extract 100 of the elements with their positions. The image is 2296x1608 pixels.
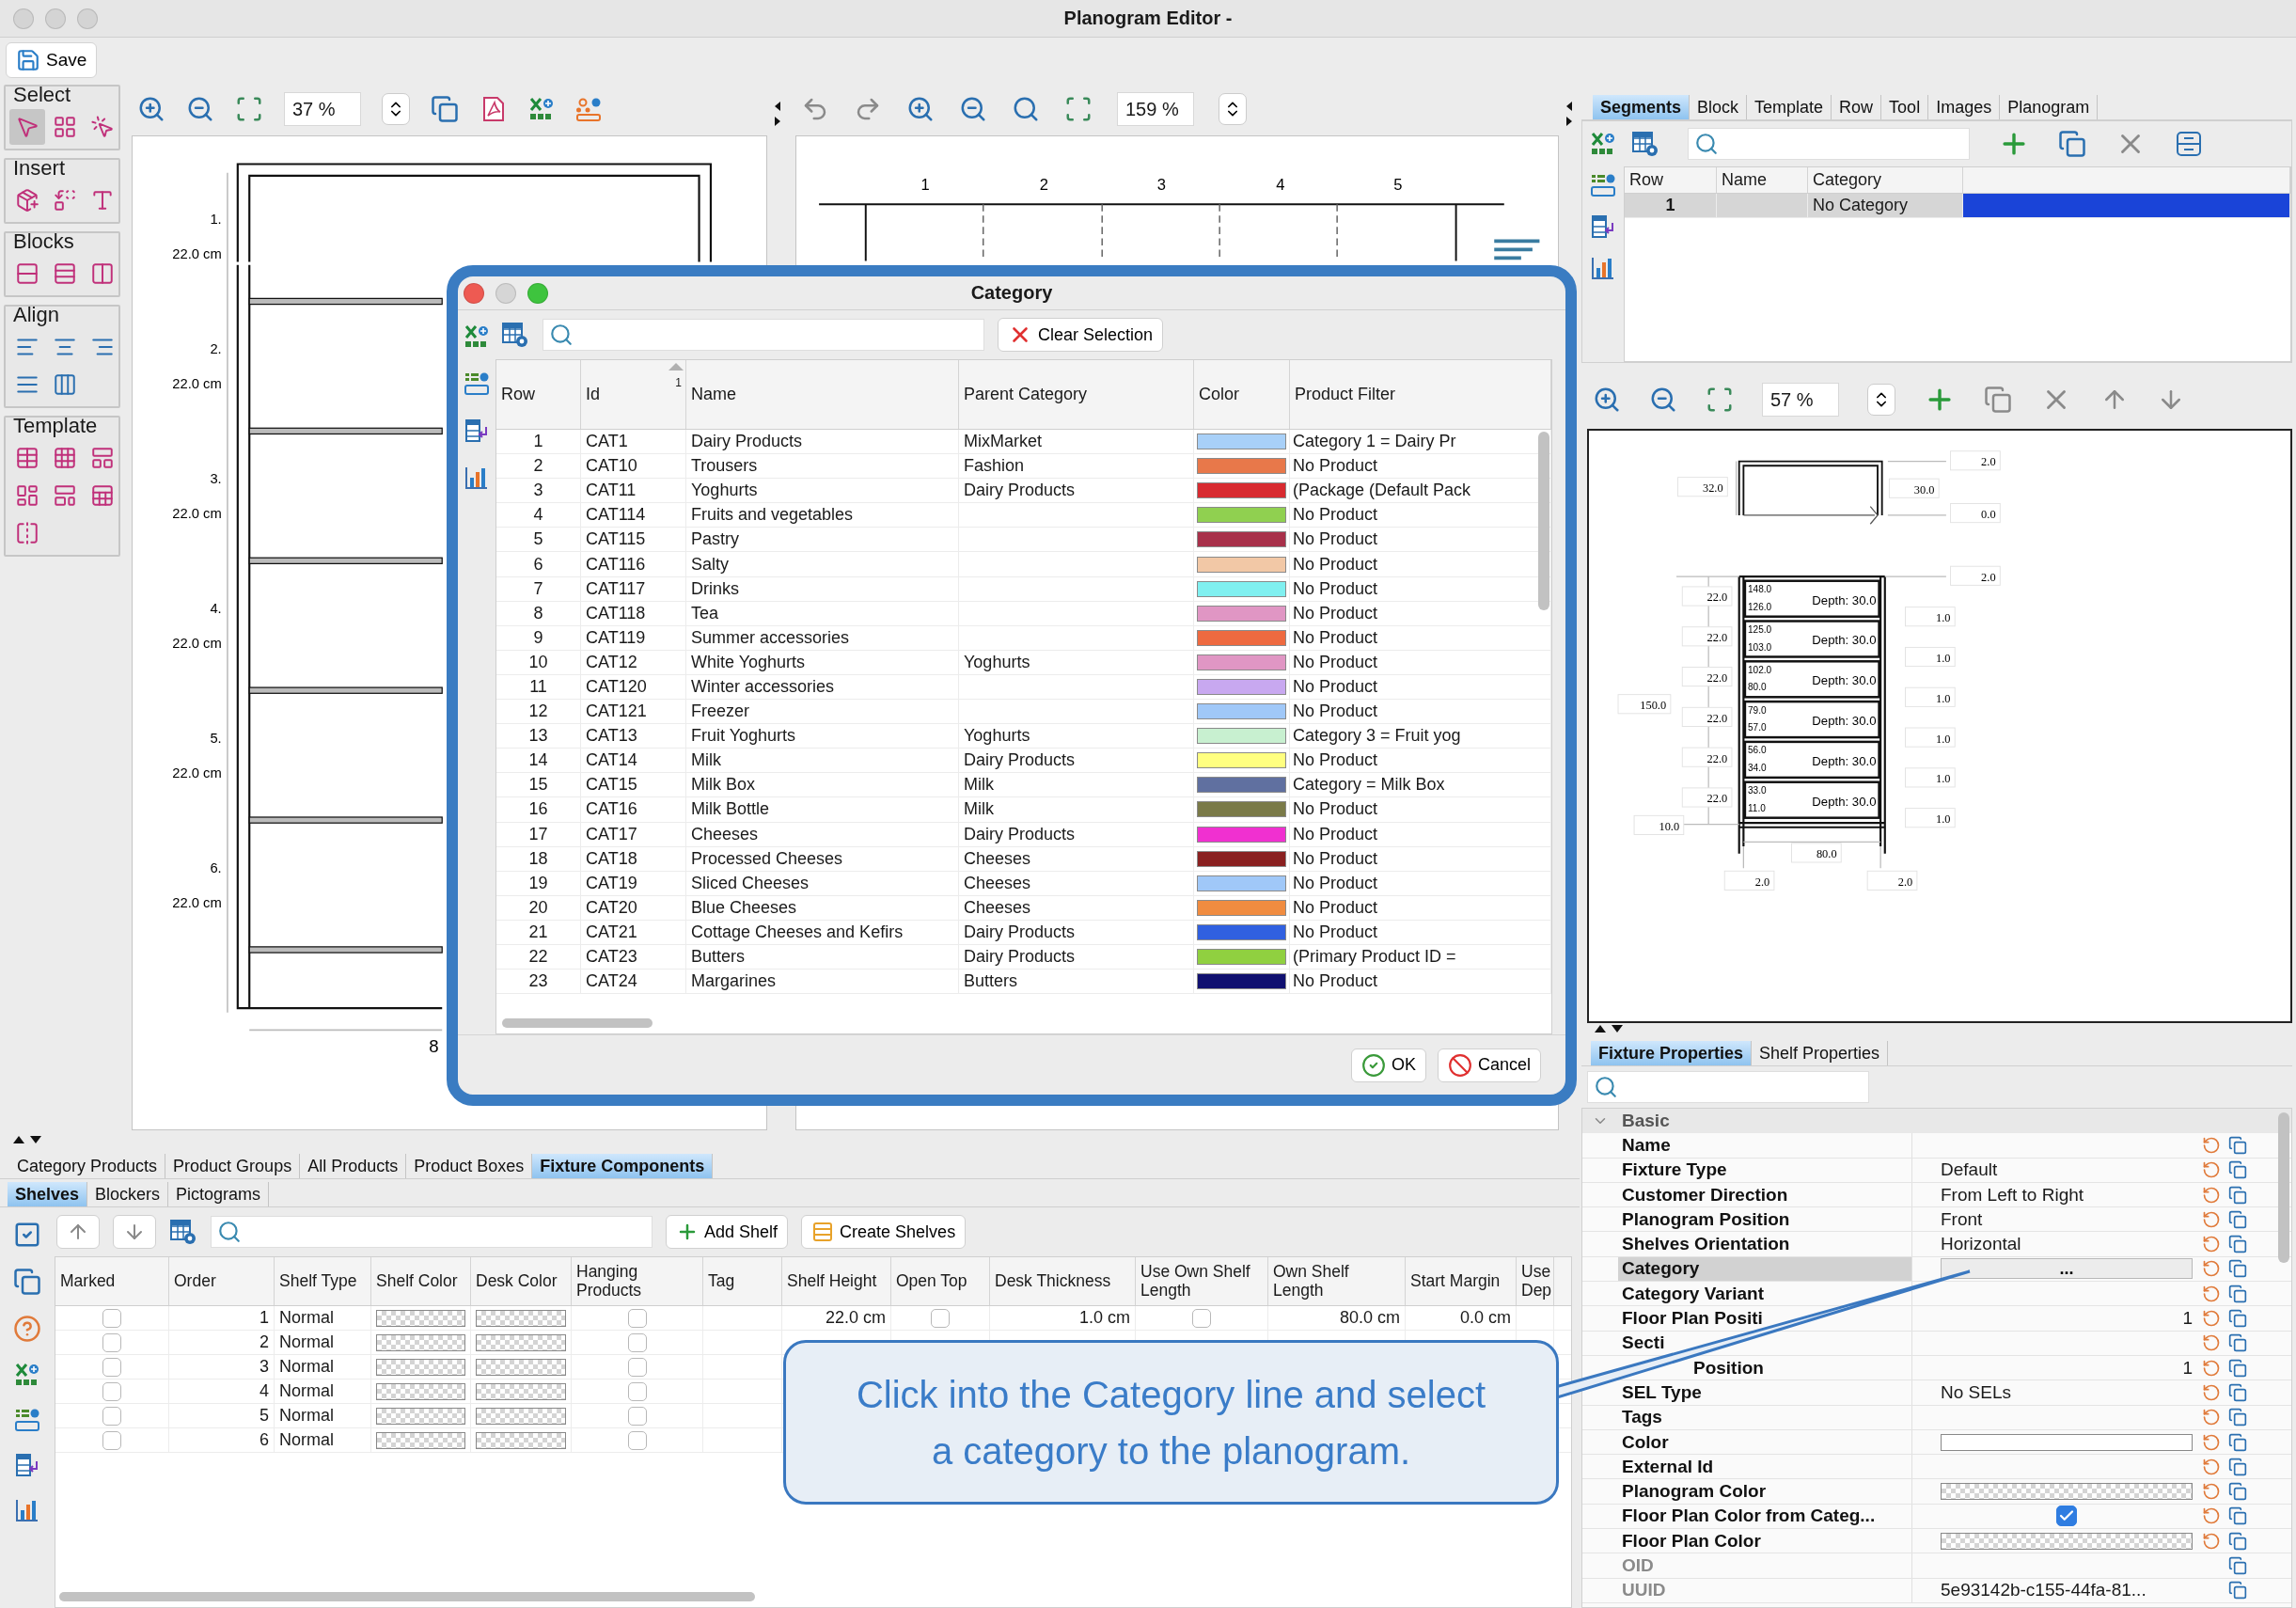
spreadsheet-export-icon[interactable] bbox=[1590, 131, 1616, 157]
column-header[interactable]: Use Dep bbox=[1517, 1257, 1554, 1305]
copy-icon[interactable] bbox=[2228, 1235, 2247, 1254]
fit-icon[interactable] bbox=[1706, 386, 1734, 414]
table-row[interactable]: 16 CAT16 Milk Bottle Milk No Product bbox=[496, 797, 1551, 823]
zoom-field[interactable]: 37 % bbox=[284, 92, 361, 126]
checkbox[interactable] bbox=[627, 1357, 647, 1377]
reset-icon[interactable] bbox=[2202, 1506, 2221, 1526]
property-label[interactable]: Tags bbox=[1618, 1405, 1911, 1429]
reset-icon[interactable] bbox=[2202, 1432, 2221, 1452]
picker-button[interactable]: ... bbox=[1941, 1258, 2193, 1280]
reset-icon[interactable] bbox=[2202, 1135, 2221, 1155]
checkbox[interactable] bbox=[1192, 1308, 1211, 1328]
table-settings-icon[interactable] bbox=[1631, 130, 1659, 158]
spreadsheet-export-icon[interactable] bbox=[464, 323, 490, 350]
spreadsheet-export-icon[interactable] bbox=[14, 1362, 40, 1388]
reset-icon[interactable] bbox=[2202, 1358, 2221, 1378]
copy-icon[interactable] bbox=[2228, 1358, 2247, 1378]
copy-icon[interactable] bbox=[2228, 1185, 2247, 1205]
transparent-swatch[interactable] bbox=[476, 1358, 566, 1376]
tab[interactable]: Category Products bbox=[9, 1154, 166, 1178]
property-label[interactable]: Shelves Orientation bbox=[1618, 1232, 1911, 1256]
property-label[interactable]: Category bbox=[1618, 1256, 1911, 1282]
tab[interactable]: Product Groups bbox=[165, 1154, 301, 1178]
table-row[interactable]: 11 CAT120 Winter accessories No Product bbox=[496, 674, 1551, 701]
zoom-field[interactable]: 159 % bbox=[1117, 92, 1194, 126]
property-label[interactable]: Fixture Type bbox=[1618, 1158, 1911, 1182]
reset-icon[interactable] bbox=[2202, 1209, 2221, 1229]
copy-icon[interactable] bbox=[13, 1268, 41, 1296]
column-header[interactable]: Shelf Height bbox=[782, 1257, 891, 1305]
list-export-icon[interactable] bbox=[14, 1407, 40, 1433]
table-row[interactable]: 20 CAT20 Blue Cheeses Cheeses No Product bbox=[496, 895, 1551, 921]
fit-icon[interactable] bbox=[235, 95, 263, 123]
copy-icon[interactable] bbox=[2228, 1432, 2247, 1452]
close-button[interactable] bbox=[464, 282, 484, 304]
column-header[interactable]: Shelf Color bbox=[371, 1257, 471, 1305]
table-row[interactable]: 19 CAT19 Sliced Cheeses Cheeses No Product bbox=[496, 871, 1551, 896]
table-row[interactable]: 12 CAT121 Freezer No Product bbox=[496, 700, 1551, 725]
tab[interactable]: Fixture Components bbox=[532, 1154, 714, 1178]
reset-icon[interactable] bbox=[2202, 1160, 2221, 1180]
tab[interactable]: Images bbox=[1928, 95, 2001, 119]
scrollbar[interactable] bbox=[2278, 1112, 2289, 1263]
column-header[interactable]: Order bbox=[169, 1257, 275, 1305]
table-row[interactable]: 3 CAT11 Yoghurts Dairy Products (Package (Default Pack bbox=[496, 479, 1551, 504]
property-label[interactable]: Floor Plan Color from Categ... bbox=[1618, 1504, 1911, 1529]
tab[interactable]: Tool bbox=[1881, 95, 1929, 119]
column-header[interactable]: Own Shelf Length bbox=[1268, 1257, 1406, 1305]
table-row[interactable]: 2 CAT10 Trousers Fashion No Product bbox=[496, 454, 1551, 480]
panel-icon[interactable] bbox=[2175, 130, 2203, 158]
property-label[interactable]: Floor Plan Color bbox=[1618, 1529, 1911, 1553]
copy-icon[interactable] bbox=[2228, 1284, 2247, 1303]
tab[interactable]: Shelf Properties bbox=[1752, 1041, 1889, 1065]
transparent-swatch[interactable] bbox=[376, 1407, 465, 1425]
copy-icon[interactable] bbox=[2228, 1482, 2247, 1502]
tab[interactable]: Fixture Properties bbox=[1591, 1041, 1753, 1065]
column-header[interactable]: Name bbox=[686, 360, 959, 429]
transparent-swatch[interactable] bbox=[376, 1358, 465, 1376]
search-field[interactable] bbox=[1587, 1071, 1869, 1103]
transparent-swatch[interactable] bbox=[1941, 1483, 2193, 1501]
copy-icon[interactable] bbox=[2228, 1531, 2247, 1551]
table-transfer-icon[interactable] bbox=[1590, 213, 1616, 240]
column-header[interactable]: Parent Category bbox=[959, 360, 1194, 429]
table-row[interactable]: 9 CAT119 Summer accessories No Product bbox=[496, 625, 1551, 651]
chart-icon[interactable] bbox=[1590, 255, 1616, 281]
add-shelf-button[interactable]: Add Shelf bbox=[666, 1215, 789, 1249]
tab[interactable]: Block bbox=[1690, 95, 1748, 119]
column-header[interactable]: Start Margin bbox=[1406, 1257, 1517, 1305]
checkbox[interactable] bbox=[102, 1357, 121, 1377]
transparent-swatch[interactable] bbox=[476, 1309, 566, 1327]
zoom-out-icon[interactable] bbox=[186, 95, 214, 123]
copy-icon[interactable] bbox=[2228, 1382, 2247, 1402]
spreadsheet-export-icon[interactable] bbox=[528, 96, 555, 122]
table-transfer-icon[interactable] bbox=[14, 1452, 40, 1478]
transparent-swatch[interactable] bbox=[476, 1382, 566, 1400]
column-header[interactable]: Marked bbox=[55, 1257, 169, 1305]
column-header[interactable]: Use Own Shelf Length bbox=[1136, 1257, 1268, 1305]
list-export-icon[interactable] bbox=[464, 370, 490, 397]
transparent-swatch[interactable] bbox=[376, 1309, 465, 1327]
help-icon[interactable] bbox=[13, 1315, 41, 1343]
tab[interactable]: All Products bbox=[300, 1154, 407, 1178]
column-header[interactable]: Hanging Products bbox=[572, 1257, 703, 1305]
copy-icon[interactable] bbox=[2228, 1160, 2247, 1180]
column-header[interactable]: Desk Thickness bbox=[990, 1257, 1136, 1305]
reset-icon[interactable] bbox=[2202, 1482, 2221, 1502]
zoom-out-icon[interactable] bbox=[959, 95, 987, 123]
reset-icon[interactable] bbox=[2202, 1531, 2221, 1551]
table-row[interactable]: 8 CAT118 Tea No Product bbox=[496, 601, 1551, 626]
chart-icon[interactable] bbox=[14, 1497, 40, 1523]
scrollbar[interactable] bbox=[1538, 432, 1549, 610]
tab[interactable]: Planogram bbox=[2000, 95, 2099, 119]
transparent-swatch[interactable] bbox=[376, 1333, 465, 1351]
tab[interactable]: Pictograms bbox=[168, 1182, 270, 1206]
column-header[interactable]: Id 1 bbox=[581, 360, 686, 429]
property-label[interactable]: Planogram Color bbox=[1618, 1479, 1911, 1504]
search-field[interactable] bbox=[543, 319, 984, 351]
move-down-button[interactable] bbox=[113, 1215, 156, 1249]
table-row[interactable]: 1 CAT1 Dairy Products MixMarket Category 1 = Dairy Pr bbox=[496, 430, 1551, 455]
search-field[interactable] bbox=[1688, 128, 1970, 160]
list-export-icon[interactable] bbox=[1590, 172, 1616, 198]
property-label[interactable]: Name bbox=[1618, 1133, 1911, 1158]
